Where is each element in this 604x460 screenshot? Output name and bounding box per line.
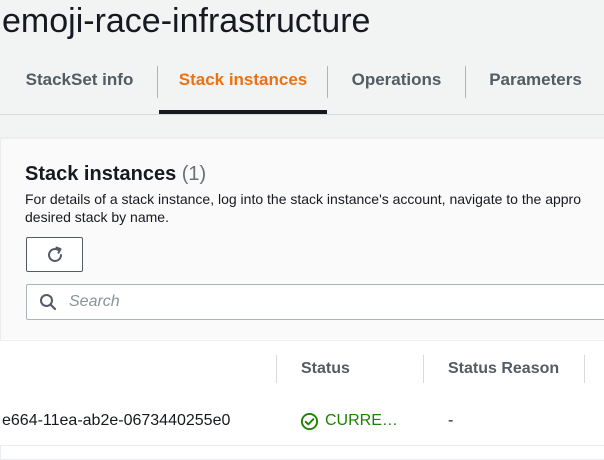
active-tab-indicator [159, 110, 327, 114]
panel-description: For details of a stack instance, log int… [25, 190, 604, 226]
search-box [26, 284, 604, 320]
tab-parameters[interactable]: Parameters [466, 46, 604, 113]
search-icon [40, 294, 57, 311]
status-text: CURRE… [325, 412, 398, 429]
tab-bar: StackSet info Stack instances Operations… [0, 46, 604, 115]
status-cell: CURRE… [300, 397, 398, 445]
page-title: emoji-race-infrastructure [2, 2, 371, 40]
panel-description-line2: desired stack by name. [25, 209, 169, 225]
stack-id-cell: e664-11ea-ab2e-0673440255e0 [2, 412, 231, 429]
status-reason-cell: - [448, 412, 454, 429]
instance-count: (1) [181, 163, 207, 185]
refresh-button[interactable] [26, 237, 83, 272]
tab-stack-instances[interactable]: Stack instances [159, 46, 327, 113]
column-header-status-reason[interactable]: Status Reason [448, 341, 559, 397]
search-input[interactable] [67, 286, 604, 318]
panel-title: Stack instances (1) [25, 163, 206, 186]
tab-operations[interactable]: Operations [327, 46, 466, 113]
table-header: Status Status Reason [0, 340, 604, 398]
column-header-status[interactable]: Status [301, 341, 350, 397]
tab-separator [157, 66, 158, 98]
panel-title-text: Stack instances [25, 163, 177, 185]
panel-description-line1: For details of a stack instance, log int… [25, 191, 581, 207]
column-separator [276, 355, 277, 383]
refresh-icon [47, 246, 62, 262]
column-separator [584, 355, 585, 383]
table-row[interactable]: e664-11ea-ab2e-0673440255e0 CURRE… - [0, 397, 604, 446]
check-circle-icon [300, 412, 319, 430]
tab-stackset-info[interactable]: StackSet info [0, 46, 159, 113]
column-separator [423, 355, 424, 383]
